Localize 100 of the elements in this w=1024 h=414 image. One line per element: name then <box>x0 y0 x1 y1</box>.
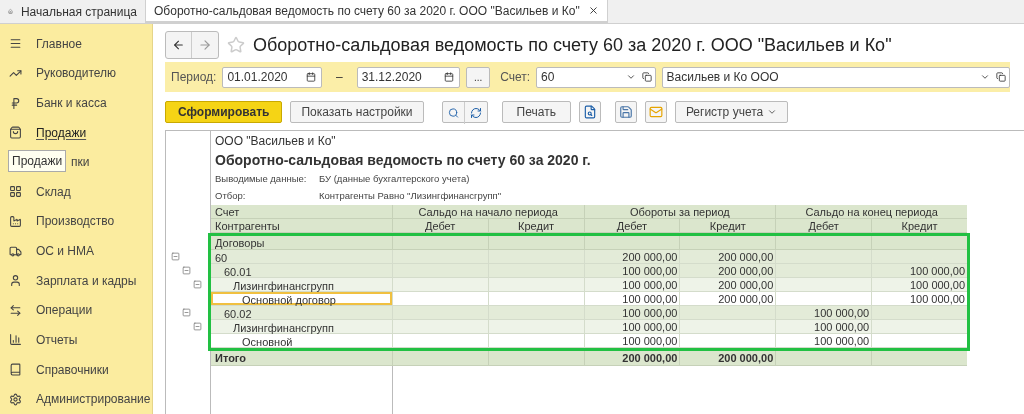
dropdown-icon[interactable] <box>980 72 990 82</box>
tab[interactable]: Оборотно-сальдовая ведомость по счету 60 за 2020 г. ООО "Васильев и Ко" <box>146 0 608 23</box>
param-value: БУ (данные бухгалтерского учета) <box>319 172 470 187</box>
menu-icon <box>9 37 22 51</box>
param-value: Контрагенты Равно "Лизингфинансгрупп" <box>319 189 502 204</box>
star-icon[interactable] <box>227 36 245 54</box>
amount-cell: 100 000,00 <box>775 320 872 333</box>
column-header: Дебет <box>391 219 488 232</box>
preview-icon[interactable] <box>578 101 601 123</box>
sidebar-item[interactable]: Операции <box>36 301 93 320</box>
account-cell[interactable]: 60.01 <box>211 264 392 277</box>
collapse-icon[interactable] <box>193 322 202 331</box>
total-label: Итого <box>214 351 248 365</box>
collapse-icon[interactable] <box>171 252 180 261</box>
mail-icon[interactable] <box>644 101 667 123</box>
amount-cell: 100 000,00 <box>583 292 680 305</box>
account-label: Счет: <box>500 69 531 86</box>
collapse-icon[interactable] <box>182 308 191 317</box>
truck-icon <box>9 244 22 258</box>
company-name: ООО "Васильев и Ко" <box>214 133 337 150</box>
sidebar-item[interactable]: Справочники <box>36 360 109 379</box>
account-cell[interactable]: 60.02 <box>211 306 392 319</box>
amount-cell: 200 000,00 <box>679 250 776 263</box>
dash: – <box>335 69 344 86</box>
amount-cell: 100 000,00 <box>871 292 967 305</box>
date-field[interactable]: 31.12.2020 <box>356 66 461 88</box>
account-cell[interactable]: Лизингфинансгрупп <box>211 278 392 291</box>
amount-cell: 100 000,00 <box>871 264 967 277</box>
organization-field[interactable]: Васильев и Ко ООО <box>661 66 1010 88</box>
calendar-icon[interactable] <box>306 72 316 82</box>
amount-cell: 100 000,00 <box>871 278 968 291</box>
group-header: Сальдо на начало периода <box>391 205 584 218</box>
grid-icon <box>9 185 22 199</box>
close-icon[interactable] <box>587 5 599 16</box>
account-cell[interactable]: Лизингфинансгрупп <box>211 320 392 333</box>
account-field[interactable]: 60 <box>536 66 656 88</box>
settings-icon <box>9 392 22 406</box>
sidebar-item[interactable]: Банк и касса <box>36 94 107 112</box>
period-label: Период: <box>171 69 217 86</box>
group-header: Обороты за период <box>583 205 776 218</box>
account-cell[interactable]: Основной <box>211 334 392 347</box>
print-button[interactable]: Печать <box>501 101 571 123</box>
generate-button[interactable]: Сформировать <box>165 101 283 123</box>
amount-cell: 100 000,00 <box>583 334 680 347</box>
collapse-icon[interactable] <box>193 280 202 289</box>
amount-cell: 100 000,00 <box>583 320 680 333</box>
group-header: Сальдо на конец периода <box>775 205 967 218</box>
sidebar-item[interactable]: Главное <box>36 34 82 53</box>
sidebar-item[interactable]: Продажи <box>36 123 87 142</box>
account-cell[interactable]: 60 <box>211 250 392 263</box>
period-button[interactable]: ... <box>466 66 491 88</box>
total-cell: 200 000,00 <box>679 351 776 365</box>
header-cell-text: Счет <box>214 205 241 218</box>
param-label: Выводимые данные: <box>215 172 308 187</box>
caret-icon <box>767 107 778 117</box>
calendar-icon[interactable] <box>444 72 455 82</box>
dropdown-icon[interactable] <box>625 72 636 82</box>
arrows-icon <box>9 303 22 317</box>
settings-button[interactable]: Показать настройки <box>290 101 424 123</box>
amount-cell: 100 000,00 <box>775 334 872 347</box>
sidebar-item[interactable]: Производство <box>36 212 115 231</box>
book-icon <box>9 363 22 376</box>
total-cell: 200 000,00 <box>583 351 680 365</box>
sidebar-item[interactable]: ОС и НМА <box>36 242 95 261</box>
header-cell-text: Контрагенты <box>214 219 281 232</box>
column-header: Кредит <box>487 219 584 232</box>
amount-cell: 200 000,00 <box>679 278 776 291</box>
open-icon[interactable] <box>641 72 652 82</box>
amount-cell: 100 000,00 <box>583 306 680 319</box>
bag-icon <box>9 126 22 140</box>
bar-chart-icon <box>9 333 22 347</box>
sidebar-item[interactable]: Администрирование <box>36 390 151 409</box>
amount-cell: 200 000,00 <box>679 292 776 305</box>
sidebar-item[interactable]: Руководителю <box>36 64 117 83</box>
amount-cell: 100 000,00 <box>583 278 680 291</box>
collapse-icon[interactable] <box>182 266 191 275</box>
sidebar-item[interactable]: Зарплата и кадры <box>36 271 137 290</box>
amount-cell: 200 000,00 <box>583 250 680 263</box>
open-icon[interactable] <box>996 72 1006 82</box>
column-header: Кредит <box>871 219 967 232</box>
person-icon <box>9 274 22 288</box>
sidebar-item[interactable]: Отчеты <box>36 330 78 349</box>
report-heading: Оборотно-сальдовая ведомость по счету 60 за 2020 г. <box>214 151 592 170</box>
sidebar-item[interactable]: Склад <box>36 182 71 201</box>
column-header: Дебет <box>775 219 872 232</box>
save-icon[interactable] <box>614 101 637 123</box>
column-header: Кредит <box>679 219 776 232</box>
amount-cell: 100 000,00 <box>775 306 872 319</box>
amount-cell: 100 000,00 <box>583 264 680 277</box>
window-title: Оборотно-сальдовая ведомость по счету 60 за 2020 г. ООО "Васильев и Ко" <box>253 33 892 57</box>
ruble-icon <box>9 96 22 110</box>
column-header: Дебет <box>583 219 680 232</box>
factory-icon <box>9 214 22 228</box>
register-button[interactable]: Регистр учета <box>674 101 789 123</box>
param-label: Отбор: <box>215 189 247 204</box>
sidebar-item[interactable]: пки <box>71 153 90 172</box>
date-field[interactable]: 01.01.2020 <box>222 66 322 88</box>
amount-cell: 200 000,00 <box>679 264 776 277</box>
tooltip: Продажи <box>8 150 67 172</box>
header-cell-text: Договоры <box>214 236 266 249</box>
